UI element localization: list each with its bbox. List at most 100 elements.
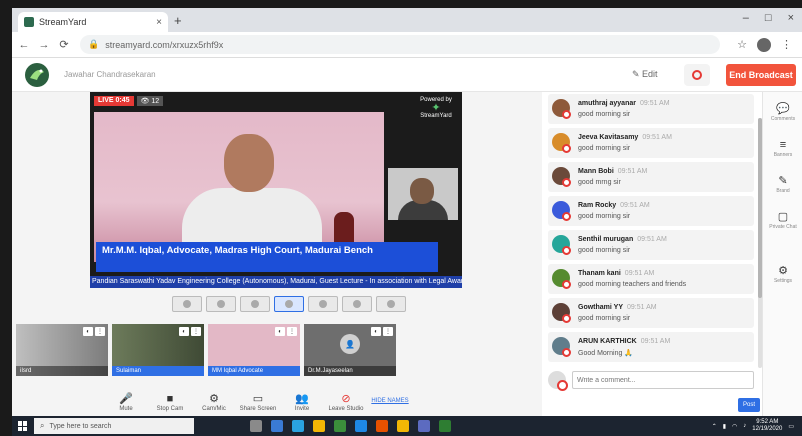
taskbar-apps: [250, 420, 451, 432]
url-text: streamyard.com/xrxuzx5rhf9x: [105, 39, 224, 50]
mic-icon[interactable]: ◐: [371, 327, 381, 336]
participant-thumb[interactable]: ◐ ⋮ Sulaiman: [112, 324, 204, 376]
youtube-badge-icon: [562, 178, 571, 187]
mic-icon[interactable]: ◐: [275, 327, 285, 336]
layout-blank[interactable]: [376, 296, 406, 312]
layout-split[interactable]: [206, 296, 236, 312]
stream-overlay-logo: Powered by ✦ StreamYard: [418, 96, 454, 120]
hide-names-link[interactable]: HIDE NAMES: [370, 392, 410, 404]
guest-video: [388, 168, 458, 220]
bookmark-star-icon[interactable]: ☆: [737, 38, 747, 51]
more-icon[interactable]: ⋮: [383, 327, 393, 336]
rail-private-chat-label: Private Chat: [769, 224, 797, 230]
url-field[interactable]: 🔒 streamyard.com/xrxuzx5rhf9x: [80, 35, 720, 54]
taskbar-app-icon[interactable]: [355, 420, 367, 432]
windows-logo-icon: [18, 421, 28, 431]
chat-message: Senthil murugan 09:51 AM good morning sir: [548, 230, 754, 260]
rail-settings[interactable]: ⚙ Settings: [763, 264, 802, 284]
clock-date: 12/19/2020: [752, 426, 783, 432]
close-window-button[interactable]: ×: [788, 12, 794, 24]
cam-mic-label: Cam/Mic: [202, 406, 226, 412]
share-screen-button[interactable]: ▭ Share Screen: [238, 392, 278, 412]
leave-studio-button[interactable]: ⊘ Leave Studio: [326, 392, 366, 412]
lock-icon: 🔒: [88, 39, 100, 49]
minimize-button[interactable]: –: [743, 12, 749, 24]
taskbar-search[interactable]: ⌕ Type here to search: [34, 418, 194, 434]
comment-input[interactable]: [572, 371, 754, 389]
chevron-up-icon[interactable]: ⌃: [712, 423, 717, 430]
maximize-button[interactable]: □: [765, 12, 772, 24]
taskbar-app-icon[interactable]: [439, 420, 451, 432]
invite-button[interactable]: 👥 Invite: [282, 392, 322, 412]
taskbar-app-icon[interactable]: [250, 420, 262, 432]
edit-button[interactable]: ✎ Edit: [632, 69, 658, 80]
commenter-name-text: amuthraj ayyanar: [578, 100, 636, 107]
mic-icon[interactable]: ◐: [83, 327, 93, 336]
participant-thumb[interactable]: ◐ ⋮ MM Iqbal Advocate: [208, 324, 300, 376]
layout-sidebar[interactable]: [308, 296, 338, 312]
app-header: Jawahar Chandrasekaran ✎ Edit End Broadc…: [12, 58, 802, 92]
layout-sidebar-icon: [319, 300, 327, 308]
taskbar-clock[interactable]: 9:52 AM 12/19/2020: [752, 419, 782, 433]
mute-button[interactable]: 🎤 Mute: [106, 392, 146, 412]
forward-icon[interactable]: →: [36, 39, 52, 51]
post-comment-button[interactable]: Post: [738, 398, 760, 412]
start-button[interactable]: [12, 421, 34, 431]
system-tray: ⌃ ▮ ◠ ♪ 9:52 AM 12/19/2020 ▭: [712, 419, 794, 433]
cam-mic-settings-button[interactable]: ⚙ Cam/Mic: [194, 392, 234, 412]
layout-solo-icon: [183, 300, 191, 308]
thumb-controls: ◐ ⋮: [83, 327, 105, 336]
browser-menu-icon[interactable]: ⋮: [781, 38, 792, 51]
participant-thumb[interactable]: 👤 ◐ ⋮ Dr.M.Jayaseelan: [304, 324, 396, 376]
live-badge: LIVE 0:45 👁 12: [94, 96, 164, 106]
youtube-badge-icon: [562, 110, 571, 119]
wifi-icon[interactable]: ◠: [732, 423, 737, 430]
profile-avatar[interactable]: [757, 37, 771, 52]
streamyard-logo-icon[interactable]: [24, 62, 50, 88]
rail-comments[interactable]: 💬 Comments: [763, 102, 802, 122]
reload-icon[interactable]: ⟳: [56, 38, 72, 51]
new-tab-button[interactable]: +: [174, 13, 182, 28]
stop-cam-button[interactable]: ■ Stop Cam: [150, 392, 190, 412]
participant-name: Sulaiman: [112, 366, 204, 376]
close-tab-icon[interactable]: ×: [156, 17, 162, 28]
rail-private-chat[interactable]: ▢ Private Chat: [763, 210, 802, 230]
back-icon[interactable]: ←: [16, 39, 32, 51]
volume-icon[interactable]: ♪: [743, 423, 746, 429]
notifications-icon[interactable]: ▭: [788, 423, 794, 430]
layout-grid-icon: [251, 300, 259, 308]
taskbar-app-icon[interactable]: [334, 420, 346, 432]
taskbar-app-icon[interactable]: [271, 420, 283, 432]
end-broadcast-button[interactable]: End Broadcast: [726, 64, 796, 86]
thumb-controls: ◐ ⋮: [179, 327, 201, 336]
commenter-name-text: Mann Bobi: [578, 168, 614, 175]
youtube-badge-icon: [562, 348, 571, 357]
browser-tab[interactable]: StreamYard ×: [18, 12, 168, 32]
comment-text: good morning sir: [578, 247, 631, 254]
taskbar-app-icon[interactable]: [418, 420, 430, 432]
participant-thumb[interactable]: ◐ ⋮ iIsrd: [16, 324, 108, 376]
taskbar-app-icon[interactable]: [376, 420, 388, 432]
layout-full[interactable]: [342, 296, 372, 312]
youtube-destination-button[interactable]: [684, 64, 710, 86]
taskbar-app-icon[interactable]: [397, 420, 409, 432]
taskbar-app-icon[interactable]: [313, 420, 325, 432]
more-icon[interactable]: ⋮: [287, 327, 297, 336]
taskbar-app-icon[interactable]: [292, 420, 304, 432]
rail-banners[interactable]: ≡ Banners: [763, 138, 802, 158]
layout-solo[interactable]: [172, 296, 202, 312]
rail-brand[interactable]: ✎ Brand: [763, 174, 802, 194]
comment-text: good mrng sir: [578, 179, 621, 186]
more-icon[interactable]: ⋮: [95, 327, 105, 336]
battery-icon[interactable]: ▮: [723, 423, 726, 430]
layout-pip[interactable]: [274, 296, 304, 312]
more-icon[interactable]: ⋮: [191, 327, 201, 336]
commenter-name-text: Thanam kani: [578, 270, 621, 277]
camera-icon: ■: [166, 393, 174, 405]
layout-grid[interactable]: [240, 296, 270, 312]
layout-split-icon: [217, 300, 225, 308]
tab-title: StreamYard: [39, 17, 87, 27]
gear-icon: ⚙: [209, 393, 219, 405]
mic-icon[interactable]: ◐: [179, 327, 189, 336]
banner-icon: ≡: [779, 139, 787, 151]
